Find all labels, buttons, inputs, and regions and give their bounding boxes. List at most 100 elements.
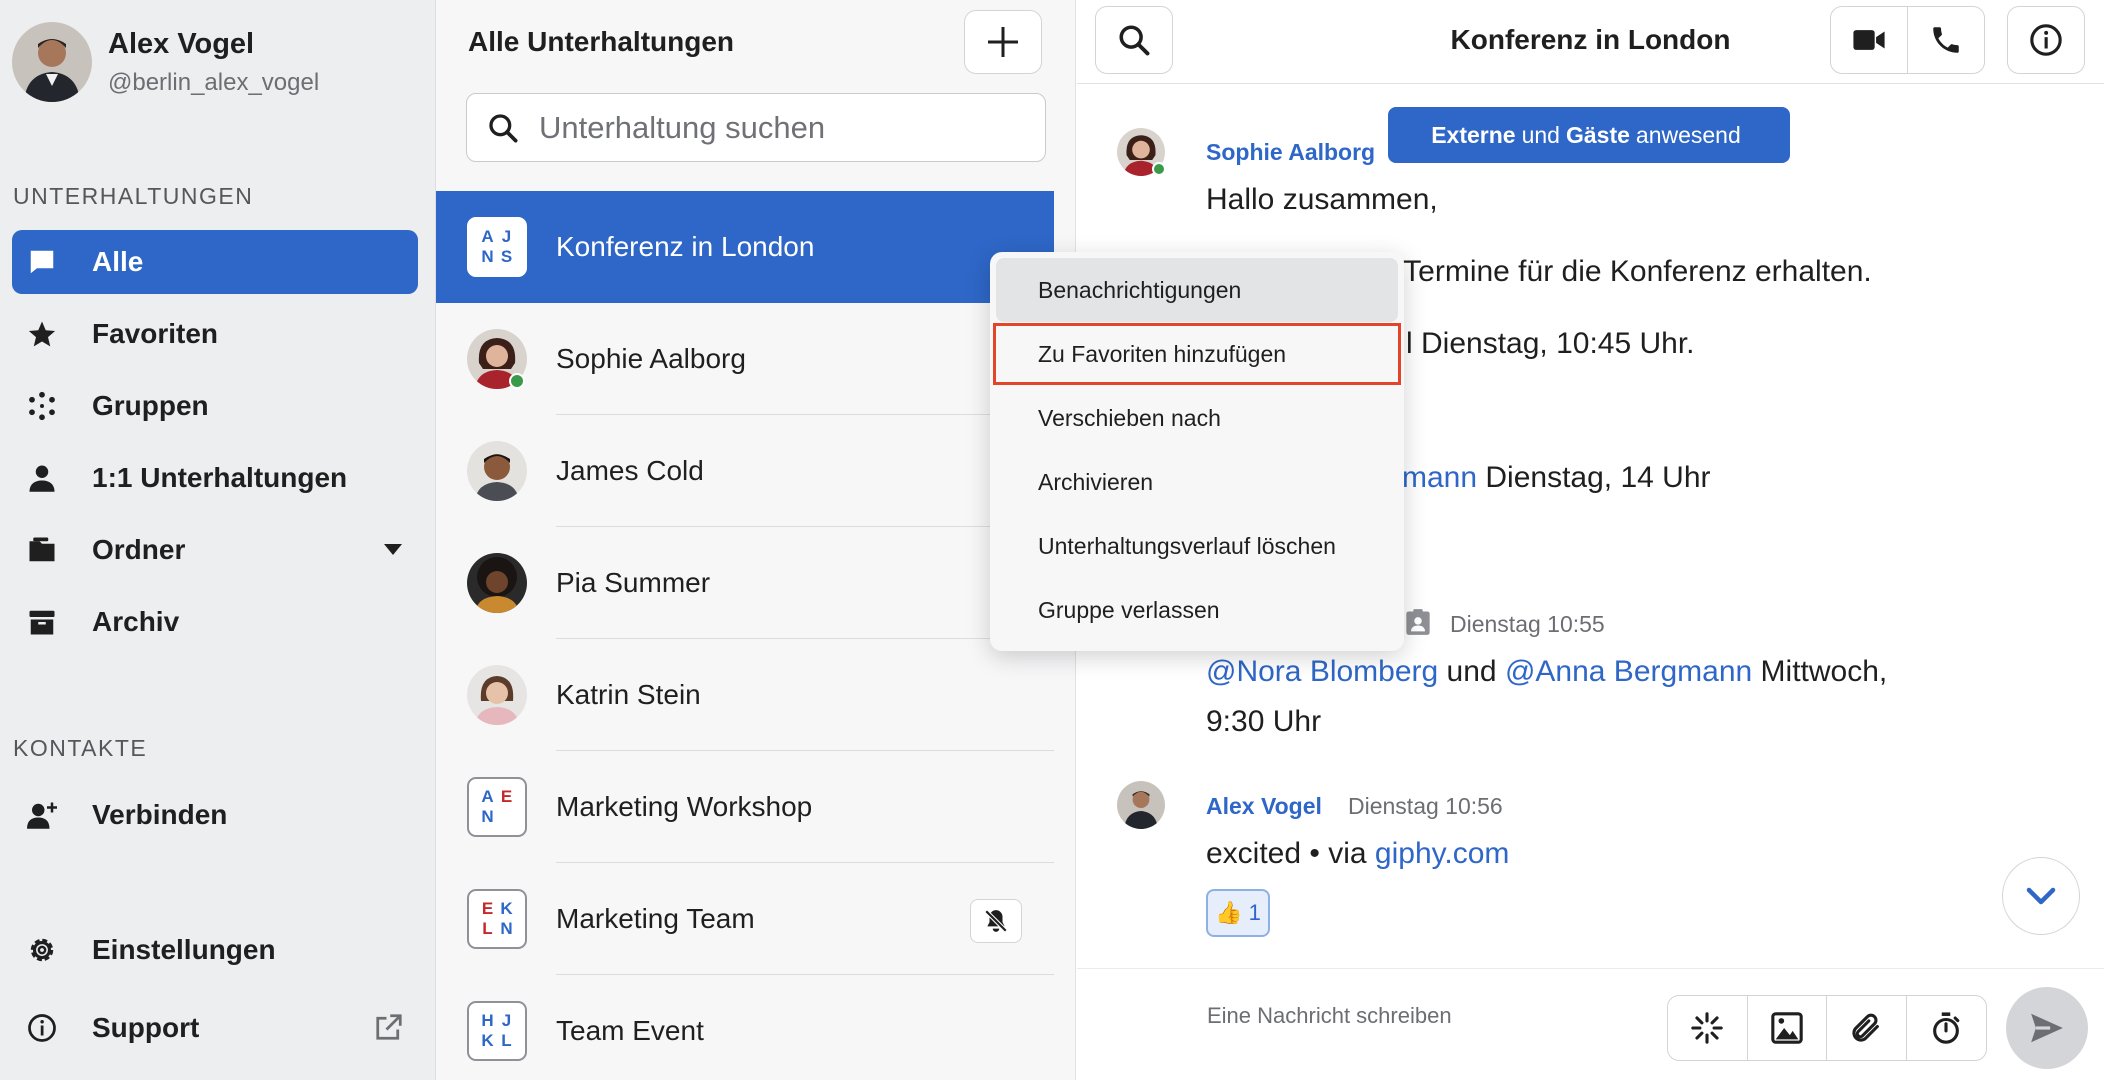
sidebar-item-groups[interactable]: Gruppen xyxy=(12,374,418,438)
ping-button[interactable] xyxy=(1668,996,1748,1060)
send-button[interactable] xyxy=(2006,987,2088,1069)
dots-group-icon xyxy=(26,390,58,422)
initial: A xyxy=(481,227,494,246)
video-call-button[interactable] xyxy=(1830,6,1908,74)
phone-icon xyxy=(1933,27,1959,53)
conversation-row-sophie[interactable]: Sophie Aalborg xyxy=(436,303,1054,415)
banner-text: und xyxy=(1521,121,1560,148)
conversation-row-marketing-workshop[interactable]: A E N Marketing Workshop xyxy=(436,751,1054,863)
image-upload-button[interactable] xyxy=(1748,996,1827,1060)
bell-off-icon xyxy=(984,909,1008,933)
menu-item-clear-history[interactable]: Unterhaltungsverlauf löschen xyxy=(990,514,1404,578)
online-status-dot xyxy=(509,373,525,389)
user-avatar[interactable] xyxy=(12,22,92,102)
message-link[interactable]: giphy.com xyxy=(1375,837,1510,870)
conversation-row-pia[interactable]: Pia Summer xyxy=(436,527,1054,639)
initial: L xyxy=(482,919,493,938)
group-avatar: E K L N xyxy=(467,889,527,949)
sidebar-item-connect[interactable]: Verbinden xyxy=(12,783,418,847)
timed-message-button[interactable] xyxy=(1907,996,1987,1060)
sidebar-item-archive[interactable]: Archiv xyxy=(12,590,418,654)
contact-avatar xyxy=(467,553,527,613)
conversation-search[interactable] xyxy=(466,93,1046,162)
initial: L xyxy=(501,1031,512,1050)
chat-bubble-icon xyxy=(26,246,58,278)
banner-text: Gäste xyxy=(1565,121,1630,148)
external-badge-icon xyxy=(1406,609,1430,635)
person-icon xyxy=(26,462,58,494)
muted-button[interactable] xyxy=(970,899,1022,943)
sidebar-item-label: Gruppen xyxy=(92,390,209,421)
sidebar-item-folders[interactable]: Ordner xyxy=(12,518,418,582)
sidebar: Alex Vogel @berlin_alex_vogel UNTERHALTU… xyxy=(0,0,436,1080)
stopwatch-icon xyxy=(1933,1012,1960,1044)
group-avatar: H J K L xyxy=(467,1001,527,1061)
initial: N xyxy=(481,807,494,826)
sender-avatar[interactable] xyxy=(1117,781,1165,829)
menu-item-add-to-favorites[interactable]: Zu Favoriten hinzufügen xyxy=(992,322,1402,386)
audio-call-button[interactable] xyxy=(1907,6,1985,74)
reaction-badge[interactable]: 👍 1 xyxy=(1206,889,1270,937)
sidebar-item-label: 1:1 Unterhaltungen xyxy=(92,462,348,493)
conversation-row-marketing-team[interactable]: E K L N Marketing Team xyxy=(436,863,1054,975)
new-conversation-button[interactable] xyxy=(964,10,1042,74)
menu-item-move-to[interactable]: Verschieben nach xyxy=(990,386,1404,450)
message-time: Dienstag 10:55 xyxy=(1450,611,1605,637)
sidebar-item-favorites[interactable]: Favoriten xyxy=(12,302,418,366)
sidebar-item-support[interactable]: Support xyxy=(12,996,418,1060)
initial: J xyxy=(501,227,512,246)
plus-icon xyxy=(988,27,1018,57)
search-input[interactable] xyxy=(539,109,1019,146)
search-icon xyxy=(489,113,518,143)
message-sender[interactable]: Alex Vogel xyxy=(1206,793,1322,820)
sidebar-item-all[interactable]: Alle xyxy=(12,230,418,294)
initial: K xyxy=(500,899,513,918)
menu-item-notifications[interactable]: Benachrichtigungen xyxy=(996,258,1398,322)
initial: N xyxy=(500,919,513,938)
message-input[interactable] xyxy=(1207,1003,1607,1029)
conversation-row-james[interactable]: James Cold xyxy=(436,415,1054,527)
reaction-count: 1 xyxy=(1248,900,1261,925)
contact-avatar xyxy=(467,329,527,389)
message-text: l Dienstag, 10:45 Uhr. xyxy=(1406,327,1695,360)
contact-avatar xyxy=(467,441,527,501)
conversation-info-button[interactable] xyxy=(2007,6,2085,74)
mention[interactable]: @Anna Bergmann xyxy=(1505,655,1752,688)
conversation-row-katrin[interactable]: Katrin Stein xyxy=(436,639,1054,751)
chevron-down-icon[interactable] xyxy=(384,544,402,555)
gear-icon xyxy=(26,934,58,966)
profile[interactable]: Alex Vogel @berlin_alex_vogel xyxy=(12,22,319,102)
conversation-row-team-event[interactable]: H J K L Team Event xyxy=(436,975,1054,1080)
conversation-name: Team Event xyxy=(556,1015,704,1046)
contact-avatar xyxy=(467,665,527,725)
menu-item-leave-group[interactable]: Gruppe verlassen xyxy=(990,578,1404,642)
message-sender[interactable]: Sophie Aalborg xyxy=(1206,139,1375,166)
menu-item-archive[interactable]: Archivieren xyxy=(990,450,1404,514)
sidebar-item-label: Archiv xyxy=(92,606,180,637)
conversation-name: Marketing Team xyxy=(556,903,755,934)
initial: K xyxy=(481,1031,494,1050)
initial: N xyxy=(481,247,494,266)
scroll-to-bottom-button[interactable] xyxy=(2002,857,2080,935)
profile-name: Alex Vogel xyxy=(108,27,255,60)
image-icon xyxy=(1771,1012,1803,1044)
archive-icon xyxy=(26,606,58,638)
info-icon xyxy=(2030,24,2062,56)
message-text-rest: Dienstag, 14 Uhr xyxy=(1477,461,1711,494)
sidebar-item-settings[interactable]: Einstellungen xyxy=(12,918,418,982)
guests-present-banner: Externe und Gäste anwesend xyxy=(1388,107,1790,163)
sidebar-item-one-on-one[interactable]: 1:1 Unterhaltungen xyxy=(12,446,418,510)
initial: J xyxy=(501,1011,512,1030)
banner-text: anwesend xyxy=(1635,121,1741,148)
attach-file-button[interactable] xyxy=(1827,996,1907,1060)
sidebar-item-label: Verbinden xyxy=(92,799,228,830)
conversation-list-title: Alle Unterhaltungen xyxy=(468,26,735,57)
mention[interactable]: mann xyxy=(1402,461,1477,494)
conversation-row-konferenz[interactable]: A J N S Konferenz in London xyxy=(436,191,1054,303)
external-link-icon xyxy=(374,1012,404,1049)
initial: H xyxy=(481,1011,494,1030)
video-camera-icon xyxy=(1853,30,1885,50)
message-text-rest: Mittwoch, xyxy=(1752,655,1888,688)
initial: E xyxy=(481,899,494,918)
mention[interactable]: @Nora Blomberg xyxy=(1206,655,1438,688)
